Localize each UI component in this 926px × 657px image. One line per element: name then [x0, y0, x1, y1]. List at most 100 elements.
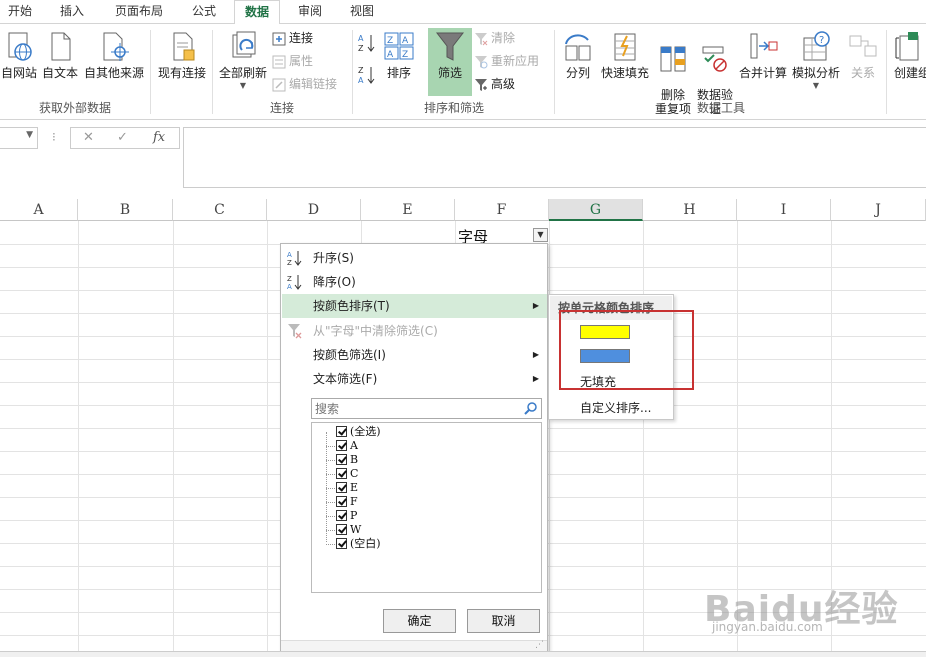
- tab-home[interactable]: 开始: [0, 0, 40, 24]
- formula-bar-divider: ⁝: [52, 130, 56, 144]
- filter-search-box[interactable]: [311, 398, 542, 419]
- checkbox-checked-icon[interactable]: [336, 482, 347, 493]
- column-header-i[interactable]: I: [737, 199, 831, 221]
- chevron-down-icon[interactable]: ▼: [26, 130, 33, 140]
- tab-insert[interactable]: 插入: [52, 0, 92, 24]
- column-header-c[interactable]: C: [173, 199, 267, 221]
- sort-z-to-a-button[interactable]: ZA: [356, 64, 378, 86]
- filter-value-label: F: [350, 495, 358, 508]
- filter-value-label: C: [350, 467, 359, 480]
- group-button[interactable]: 创建组: [894, 30, 926, 81]
- tab-review[interactable]: 审阅: [290, 0, 330, 24]
- text-to-columns-icon: [565, 34, 591, 61]
- cancel-icon[interactable]: ✕: [83, 130, 94, 145]
- svg-text:Z: Z: [358, 44, 364, 53]
- menu-text-filters[interactable]: 文本筛选(F) ▶: [282, 367, 547, 391]
- sort-button[interactable]: ZAAZ 排序: [382, 30, 416, 81]
- text-file-icon: [51, 32, 71, 61]
- consolidate-icon: [750, 33, 778, 59]
- checkbox-checked-icon[interactable]: [336, 426, 347, 437]
- menu-sort-by-color[interactable]: 按颜色排序(T) ▶: [282, 294, 547, 318]
- svg-text:?: ?: [819, 35, 824, 46]
- enter-icon[interactable]: ✓: [117, 130, 128, 145]
- advanced-filter-button[interactable]: 高级: [474, 74, 515, 94]
- column-header-d[interactable]: D: [267, 199, 361, 221]
- tab-data[interactable]: 数据: [234, 0, 280, 25]
- filter-values-list[interactable]: (全选) A B C E F P W (空白): [311, 422, 542, 593]
- column-header-a[interactable]: A: [0, 199, 78, 221]
- existing-connections-button[interactable]: 现有连接: [154, 30, 210, 81]
- tab-view[interactable]: 视图: [342, 0, 382, 24]
- tree-connector: [326, 474, 335, 475]
- refresh-icon: [232, 31, 256, 58]
- filter-value-label: B: [350, 453, 359, 466]
- text-to-columns-button[interactable]: 分列: [560, 30, 596, 81]
- autofilter-dropdown-button[interactable]: ▼: [533, 228, 548, 242]
- group-icon: [895, 32, 919, 61]
- svg-text:A: A: [358, 76, 364, 85]
- formula-input[interactable]: [183, 127, 926, 188]
- svg-text:Z: Z: [358, 66, 364, 75]
- insert-function-icon[interactable]: fx: [153, 130, 165, 145]
- checkbox-checked-icon[interactable]: [336, 468, 347, 479]
- column-header-e[interactable]: E: [361, 199, 455, 221]
- checkbox-checked-icon[interactable]: [336, 440, 347, 451]
- menu-sort-descending[interactable]: ZA 降序(O): [282, 270, 547, 294]
- checkbox-checked-icon[interactable]: [336, 510, 347, 521]
- tree-connector: [326, 530, 335, 531]
- filter-search-input[interactable]: [312, 399, 517, 418]
- flash-fill-icon: [614, 33, 636, 61]
- name-box[interactable]: ▼: [0, 127, 38, 149]
- column-header-j[interactable]: J: [831, 199, 926, 221]
- svg-text:A: A: [287, 251, 292, 259]
- reapply-icon: [475, 55, 488, 68]
- grid-column-line: [267, 221, 268, 657]
- ok-button[interactable]: 确定: [383, 609, 456, 633]
- other-sources-icon: [103, 32, 129, 61]
- tab-formulas[interactable]: 公式: [182, 0, 226, 24]
- autofilter-menu: AZ 升序(S) ZA 降序(O) 按颜色排序(T) ▶ 从"字母"中清除筛选(C…: [280, 243, 548, 653]
- checkbox-checked-icon[interactable]: [336, 538, 347, 549]
- connections-button[interactable]: 连接: [272, 28, 313, 48]
- group-separator: [554, 30, 555, 114]
- menu-filter-by-color[interactable]: 按颜色筛选(I) ▶: [282, 343, 547, 367]
- from-other-sources-button[interactable]: 自其他来源: [82, 30, 146, 81]
- svg-text:Z: Z: [402, 50, 408, 60]
- refresh-all-button[interactable]: 全部刷新 ▼: [216, 30, 270, 90]
- filter-button[interactable]: 筛选: [430, 30, 470, 81]
- relationships-button[interactable]: 关系: [844, 30, 882, 81]
- checkbox-checked-icon[interactable]: [336, 524, 347, 535]
- grid-column-line: [643, 221, 644, 657]
- tree-connector: [326, 446, 335, 447]
- consolidate-button[interactable]: 合并计算: [738, 30, 788, 81]
- sort-a-to-z-button[interactable]: AZ: [356, 32, 378, 54]
- clear-filter-button[interactable]: 清除: [474, 28, 515, 48]
- formula-buttons: ✕ ✓ fx: [70, 127, 180, 149]
- edit-links-button[interactable]: 编辑链接: [272, 74, 337, 94]
- cancel-button[interactable]: 取消: [467, 609, 540, 633]
- from-text-button[interactable]: 自文本: [40, 30, 80, 81]
- column-header-b[interactable]: B: [78, 199, 173, 221]
- checkbox-checked-icon[interactable]: [336, 496, 347, 507]
- tree-connector: [326, 432, 335, 542]
- watermark-url: jingyan.baidu.com: [712, 620, 823, 634]
- checkbox-checked-icon[interactable]: [336, 454, 347, 465]
- properties-button[interactable]: 属性: [272, 51, 313, 71]
- what-if-analysis-button[interactable]: ? 模拟分析 ▼: [790, 30, 842, 90]
- flash-fill-button[interactable]: 快速填充: [600, 30, 650, 81]
- column-header-f[interactable]: F: [455, 199, 549, 221]
- grid-column-line: [78, 221, 79, 657]
- grid-column-line: [173, 221, 174, 657]
- menu-sort-ascending[interactable]: AZ 升序(S): [282, 246, 547, 270]
- tab-page-layout[interactable]: 页面布局: [108, 0, 170, 24]
- reapply-button[interactable]: 重新应用: [474, 51, 539, 71]
- column-header-g[interactable]: G: [549, 199, 643, 221]
- from-web-button[interactable]: 自网站: [0, 30, 38, 81]
- menu-clear-filter[interactable]: 从"字母"中清除筛选(C): [282, 319, 547, 343]
- column-header-h[interactable]: H: [643, 199, 737, 221]
- search-icon[interactable]: [524, 401, 538, 415]
- filter-value-label: (空白): [350, 537, 381, 550]
- custom-sort-option[interactable]: 自定义排序...: [580, 399, 651, 416]
- filter-value-label: E: [350, 481, 359, 494]
- group-label-data-tools: 数据工具: [696, 101, 745, 115]
